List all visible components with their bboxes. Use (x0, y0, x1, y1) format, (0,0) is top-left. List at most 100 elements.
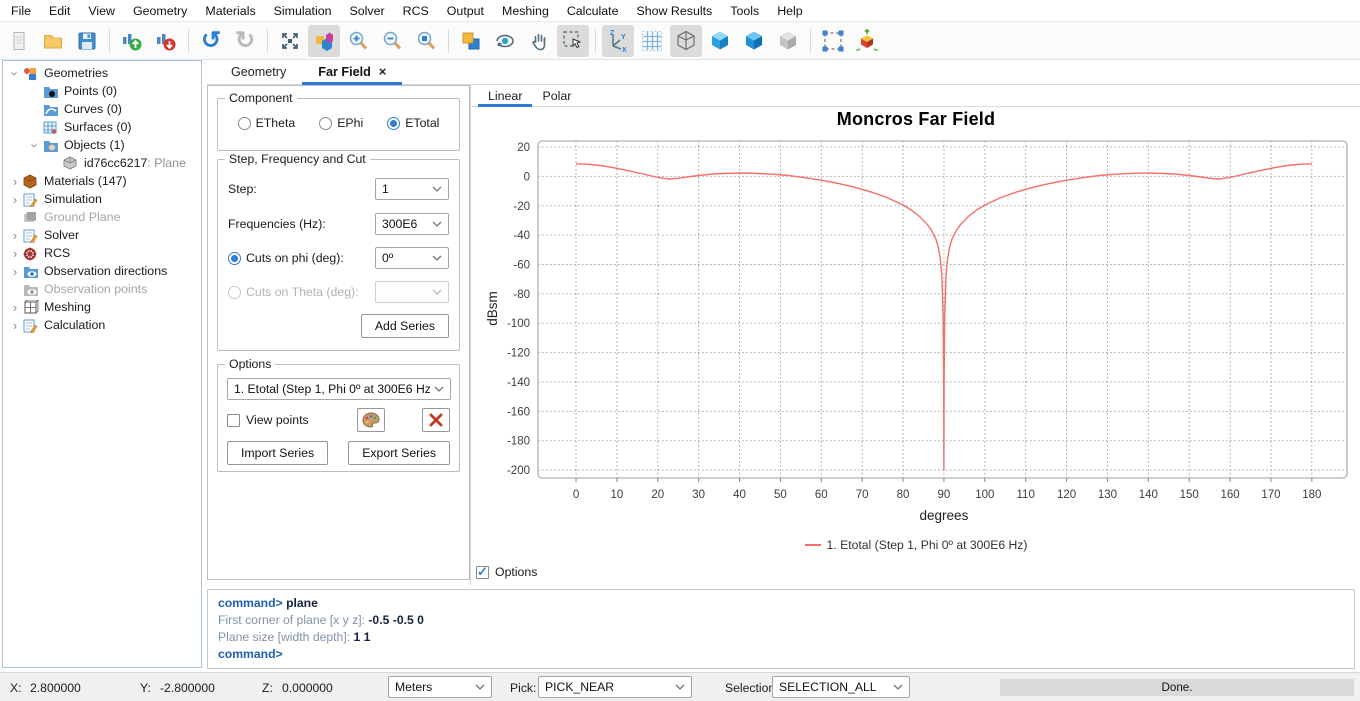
step-frequency-cut-group: Step, Frequency and Cut Step: 1 Frequenc… (217, 152, 460, 351)
chevron-collapsed-icon[interactable]: › (7, 318, 23, 333)
svg-text:120: 120 (1057, 489, 1076, 501)
smooth-cube-icon[interactable] (738, 25, 770, 57)
tree-item-observation-directions[interactable]: › Observation directions (3, 262, 201, 280)
close-tab-icon[interactable]: × (379, 65, 387, 78)
chart-options-checkbox[interactable] (476, 564, 489, 580)
svg-text:20: 20 (651, 489, 664, 501)
tree-item-calculation[interactable]: › Calculation (3, 316, 201, 334)
frequencies-select[interactable]: 300E6 (375, 213, 449, 235)
selection-handles-icon[interactable] (817, 25, 849, 57)
tab-linear[interactable]: Linear (478, 85, 533, 107)
open-folder-icon[interactable] (37, 25, 69, 57)
tree-item-simulation[interactable]: › Simulation (3, 190, 201, 208)
tree-item-id76cc6217[interactable]: id76cc6217 : Plane (3, 154, 201, 172)
menu-item-rcs[interactable]: RCS (394, 0, 438, 22)
tree-item-label: id76cc6217 (84, 156, 148, 170)
cuts-on-phi-radio[interactable]: Cuts on phi (deg): (228, 251, 344, 265)
pick-select[interactable]: PICK_NEAR (538, 676, 692, 698)
wireframe-cube-icon[interactable] (670, 24, 702, 57)
export-icon[interactable] (150, 25, 182, 57)
chevron-collapsed-icon[interactable]: › (7, 192, 23, 207)
component-radio-etheta[interactable]: ETheta (237, 116, 295, 130)
tree-item-materials-147[interactable]: › Materials (147) (3, 172, 201, 190)
menu-item-calculate[interactable]: Calculate (558, 0, 628, 22)
delete-series-button[interactable] (422, 408, 450, 432)
svg-text:X: X (622, 47, 627, 54)
sheet-pencil-icon (23, 192, 40, 207)
tree-item-meshing[interactable]: › Meshing (3, 298, 201, 316)
tree-item-ground-plane[interactable]: Ground Plane (3, 208, 201, 226)
menu-item-output[interactable]: Output (438, 0, 493, 22)
menu-item-help[interactable]: Help (768, 0, 811, 22)
chevron-expanded-icon[interactable]: › (28, 137, 43, 153)
save-icon[interactable] (71, 25, 103, 57)
pick-label: Pick: (510, 680, 537, 695)
axes-icon[interactable]: ZYX (602, 24, 634, 57)
tree-item-objects-1[interactable]: › Objects (1) (3, 136, 201, 154)
select-tool-icon[interactable] (557, 24, 589, 57)
component-radio-ephi[interactable]: EPhi (319, 116, 363, 130)
menu-item-edit[interactable]: Edit (40, 0, 79, 22)
undo-icon[interactable]: ↺ (195, 25, 227, 57)
tab-far-field[interactable]: Far Field × (302, 60, 403, 85)
menu-item-view[interactable]: View (79, 0, 124, 22)
cuts-on-theta-radio[interactable]: Cuts on Theta (deg): (228, 285, 359, 299)
tree-item-label: Calculation (44, 318, 106, 332)
tree-item-label: Materials (147) (44, 174, 127, 188)
zoom-in-icon[interactable] (342, 25, 374, 57)
step-select[interactable]: 1 (375, 178, 449, 200)
y-axis-tick-labels: 20 0 -20 -40 -60 -80 -100 -120 -140 -160 -180 -200 (507, 142, 530, 477)
chevron-expanded-icon[interactable]: › (8, 65, 23, 81)
import-icon[interactable] (116, 25, 148, 57)
grid-icon[interactable] (636, 25, 668, 57)
series-select[interactable]: 1. Etotal (Step 1, Phi 0º at 300E6 Hz) (227, 378, 451, 400)
menu-item-file[interactable]: File (2, 0, 40, 22)
pan-icon[interactable] (523, 25, 555, 57)
redo-icon[interactable]: ↺ (229, 25, 261, 57)
command-console[interactable]: command> plane First corner of plane [x y… (207, 589, 1355, 669)
tree-item-geometries[interactable]: › Geometries (3, 64, 201, 82)
axis-cube-icon[interactable] (851, 25, 883, 57)
import-series-button[interactable]: Import Series (227, 441, 329, 465)
tree-item-observation-points[interactable]: Observation points (3, 280, 201, 298)
sheet-pencil-icon (23, 228, 40, 243)
menu-item-materials[interactable]: Materials (196, 0, 264, 22)
tree-item-surfaces-0[interactable]: Surfaces (0) (3, 118, 201, 136)
cuts-on-theta-select[interactable] (375, 281, 449, 303)
zoom-window-icon[interactable] (410, 25, 442, 57)
chevron-collapsed-icon[interactable]: › (7, 174, 23, 189)
menu-item-solver[interactable]: Solver (341, 0, 394, 22)
add-series-button[interactable]: Add Series (360, 314, 449, 338)
menu-item-geometry[interactable]: Geometry (124, 0, 196, 22)
chevron-collapsed-icon[interactable]: › (7, 228, 23, 243)
tab-geometry[interactable]: Geometry (215, 60, 302, 84)
menu-item-tools[interactable]: Tools (721, 0, 768, 22)
tab-polar[interactable]: Polar (532, 85, 581, 106)
view-3d-icon[interactable] (308, 24, 340, 57)
svg-text:-80: -80 (513, 289, 530, 301)
selection-select[interactable]: SELECTION_ALL (772, 676, 910, 698)
tree-item-curves-0[interactable]: Curves (0) (3, 100, 201, 118)
component-radio-etotal[interactable]: ETotal (387, 116, 439, 130)
tree-item-solver[interactable]: › Solver (3, 226, 201, 244)
menu-item-simulation[interactable]: Simulation (265, 0, 341, 22)
series-color-button[interactable] (357, 408, 385, 432)
menu-item-show-results[interactable]: Show Results (628, 0, 722, 22)
chevron-collapsed-icon[interactable]: › (7, 300, 23, 315)
orbit-icon[interactable] (489, 25, 521, 57)
layers-icon[interactable] (455, 25, 487, 57)
export-series-button[interactable]: Export Series (348, 441, 450, 465)
gray-cube-icon[interactable] (772, 25, 804, 57)
tree-item-points-0[interactable]: Points (0) (3, 82, 201, 100)
units-select[interactable]: Meters (388, 676, 492, 698)
view-points-checkbox[interactable] (227, 413, 240, 427)
fit-view-icon[interactable] (274, 25, 306, 57)
chevron-collapsed-icon[interactable]: › (7, 246, 23, 261)
cuts-on-phi-select[interactable]: 0º (375, 247, 449, 269)
zoom-out-icon[interactable] (376, 25, 408, 57)
shaded-cube-icon[interactable] (704, 25, 736, 57)
chevron-collapsed-icon[interactable]: › (7, 264, 23, 279)
tree-item-rcs[interactable]: › RCS (3, 244, 201, 262)
new-file-icon[interactable] (3, 25, 35, 57)
menu-item-meshing[interactable]: Meshing (493, 0, 558, 22)
